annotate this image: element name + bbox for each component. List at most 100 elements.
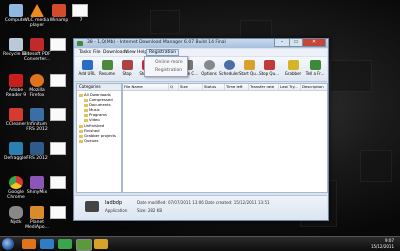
minimize-button[interactable]: – [274,39,290,47]
desktop-icon-pdf-converter[interactable]: Bitesoft PDF Converter... [22,38,52,62]
desktop-file-icon[interactable] [50,176,66,189]
registration-dropdown: Online more Registration [144,56,188,77]
desktop-file-icon[interactable]: 7 [72,4,88,23]
desktop-file-icon[interactable] [50,74,66,87]
column-queue[interactable]: Q [169,84,179,90]
maximize-button[interactable]: ▭ [289,39,303,47]
desktop-file-icon[interactable] [50,38,66,51]
options-button[interactable]: Options [199,60,219,76]
application-file-icon [85,201,99,212]
ccleaner-icon [9,108,23,121]
firefox-icon [30,74,44,87]
clock-date[interactable]: 15/12/2011 [371,244,394,249]
menu-registration[interactable]: Registration [146,49,180,56]
folder-icon [84,108,88,112]
pdf-icon [30,38,44,51]
folder-icon [79,134,83,138]
desktop-icon-label: FRS 2012 [26,156,48,161]
column-file-name[interactable]: File Name [123,84,169,90]
folder-icon [79,129,83,133]
dropdown-item-online-more[interactable]: Online more [155,60,183,65]
toolbar-label: Scheduler [219,71,240,76]
folder-icon [84,98,88,102]
start-button[interactable] [2,238,14,250]
taskbar-firefox-icon[interactable] [22,239,36,249]
folder-icon [79,124,83,128]
toolbar: Add URL Resume Stop Stop All Delete Dele… [75,57,327,82]
skull-icon [9,206,23,219]
date-modified: Date modified: 07/07/2011 13:06 [137,200,204,205]
desktop-icon-infinitum-frs[interactable]: Infinitum FRS 2012 [22,108,52,132]
desktop-icon-label: Mozilla Firefox [29,88,45,98]
clock-icon [223,60,235,70]
window-titlebar[interactable]: 38 - 1,Q(Mb) - Internet Download Manager… [74,39,328,48]
column-size[interactable]: Size [179,84,203,90]
stop-queue-icon [263,60,275,70]
vlc-icon [30,4,44,17]
tree-label: Queues [84,138,99,143]
grabber-button[interactable]: Grabber [283,60,303,76]
desktop-icon-planet-mediapo[interactable]: Planet MediApo... [22,206,52,230]
desktop-icon-label: Infinitum FRS 2012 [26,122,48,132]
close-button[interactable]: ✕ [302,39,326,47]
grabber-icon [287,60,299,70]
desktop-file-icon[interactable] [50,206,66,219]
start-queue-button[interactable]: Start Qu... [239,60,260,76]
taskbar-idm-icon[interactable] [76,239,92,251]
tree-label: Video [89,117,100,122]
file-label: 7 [79,18,83,23]
stop-queue-button[interactable]: Stop Qu... [259,60,279,76]
defraggler-icon [9,142,23,155]
column-time-left[interactable]: Time left [225,84,249,90]
winamp-icon [52,4,66,17]
desktop-icon-frs-2012[interactable]: FRS 2012 [22,142,52,161]
desktop-icon-firefox[interactable]: Mozilla Firefox [22,74,52,98]
adobe-reader-icon [9,74,23,87]
dropdown-item-registration[interactable]: Registration [155,68,182,73]
selected-file-type: Application [105,208,128,213]
tree-item-video[interactable]: Video [84,118,100,122]
music-note-icon [30,206,44,219]
column-description[interactable]: Description [301,84,327,90]
folder-icon [84,113,88,117]
desktop-file-icon[interactable] [50,108,66,121]
scheduler-button[interactable]: Scheduler [219,60,239,76]
chrome-icon [9,176,23,189]
taskbar-chrome-icon[interactable] [58,239,72,249]
taskbar-ie-icon[interactable] [40,239,54,249]
stop-button[interactable]: Stop [117,60,137,76]
add-url-button[interactable]: Add URL [77,60,97,76]
tell-a-friend-button[interactable]: Tell a Fr... [305,60,325,76]
background-tile [150,10,180,34]
tree-item-queues[interactable]: Queues [79,139,98,143]
toolbar-label: Tell a Fr... [305,71,325,76]
infinitum-icon [30,108,44,121]
desktop-icon-shinymix[interactable]: ShinyMix [22,176,52,195]
column-last-try[interactable]: Last Try... [279,84,301,90]
column-status[interactable]: Status [203,84,225,90]
idm-window: 38 - 1,Q(Mb) - Internet Download Manager… [73,38,329,221]
toolbar-label: Start Qu... [239,71,260,76]
taskbar-folder-icon[interactable] [94,239,108,249]
window-title: 38 - 1,Q(Mb) - Internet Download Manager… [87,40,226,45]
desktop-icon-label: ShinyMix [26,190,48,195]
column-transfer-rate[interactable]: Transfer rate [249,84,279,90]
folder-icon [84,103,88,107]
resume-button[interactable]: Resume [97,60,117,76]
taskbar: 9:07 15/12/2011 [0,236,400,251]
toolbar-label: Grabber [284,71,302,76]
background-tile [330,60,372,92]
folder-icon [79,139,83,143]
categories-panel: Categories All Downloads Compressed Docu… [76,83,122,193]
clock-time[interactable]: 9:07 [385,238,394,243]
date-created: Date created: 15/12/2011 13:51 [205,200,270,205]
menu-bar: Tasks File Downloads View Help Registrat… [75,49,327,56]
computer-icon [9,4,23,17]
recycle-bin-icon [9,38,23,51]
downloads-list[interactable]: File Name Q Size Status Time left Transf… [122,83,328,193]
start-queue-icon [243,60,255,70]
folder-icon [84,118,88,122]
categories-header: Categories [77,84,121,91]
desktop-file-icon[interactable] [50,142,66,155]
background-tile [360,150,392,182]
